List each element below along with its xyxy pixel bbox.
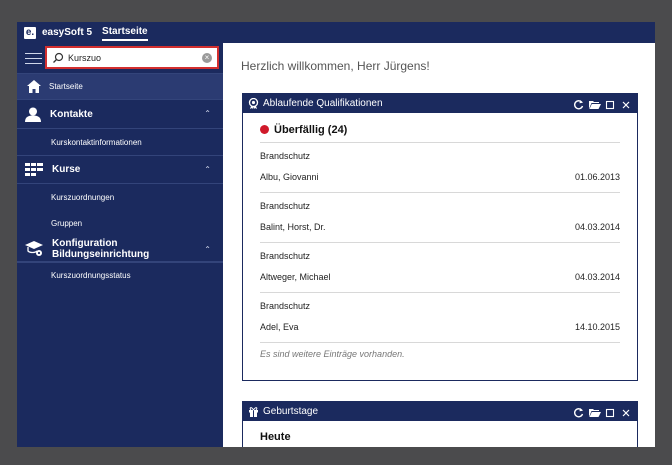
chevron-up-icon[interactable]: ⌃ <box>204 245 211 254</box>
sidebar-item-label: Startseite <box>49 82 83 91</box>
widget-tools <box>573 405 632 418</box>
maximize-icon[interactable] <box>605 405 616 418</box>
overdue-heading: Überfällig (24) <box>260 113 620 142</box>
section-label-line2: Bildungseinrichtung <box>52 248 150 260</box>
list-item[interactable]: Brandschutz Albu, Giovanni 01.06.2013 <box>260 142 620 192</box>
status-dot <box>260 125 269 134</box>
sidebar-item-kurszuordnungen[interactable]: Kurszuordnungen <box>17 184 223 210</box>
sidebar-item-kurszuordnungsstatus[interactable]: Kurszuordnungsstatus <box>17 262 223 288</box>
widget-title: Geburtstage <box>263 406 319 417</box>
birthdays-widget: Geburtstage Heute <box>242 401 638 447</box>
app-window: e. easySoft 5 Startseite × Startseite Ko… <box>17 22 655 447</box>
chevron-up-icon[interactable]: ⌃ <box>204 109 211 118</box>
folder-open-icon[interactable] <box>589 405 601 417</box>
close-icon[interactable] <box>621 97 632 109</box>
award-icon <box>248 98 259 109</box>
close-icon[interactable] <box>621 405 632 417</box>
section-label: Kontakte <box>50 108 93 120</box>
folder-open-icon[interactable] <box>589 97 601 109</box>
list-item[interactable]: Brandschutz Balint, Horst, Dr. 04.03.201… <box>260 192 620 242</box>
home-icon <box>27 80 41 93</box>
sidebar-item-kurskontaktinformationen[interactable]: Kurskontaktinformationen <box>17 129 223 155</box>
sidebar-item-gruppen[interactable]: Gruppen <box>17 210 223 236</box>
clear-search-icon[interactable]: × <box>202 52 212 63</box>
expiry-date: 14.10.2015 <box>574 322 620 332</box>
section-label-line1: Konfiguration <box>52 237 118 249</box>
tab-startseite[interactable]: Startseite <box>102 26 148 41</box>
status-label: Überfällig (24) <box>274 123 348 136</box>
course-name: Brandschutz <box>260 251 311 261</box>
sidebar-section-kontakte[interactable]: Kontakte ⌃ <box>17 100 223 129</box>
refresh-icon[interactable] <box>573 97 584 110</box>
person-name: Adel, Eva <box>260 322 299 332</box>
welcome-text: Herzlich willkommen, Herr Jürgens! <box>241 59 430 73</box>
search-box[interactable]: × <box>45 46 219 69</box>
expiry-date: 04.03.2014 <box>574 222 620 232</box>
sidebar-section-konfiguration[interactable]: Konfiguration Bildungseinrichtung ⌃ <box>17 236 223 262</box>
course-name: Brandschutz <box>260 151 311 161</box>
search-icon <box>53 52 64 63</box>
person-name: Altweger, Michael <box>260 272 331 282</box>
maximize-icon[interactable] <box>605 97 616 110</box>
contacts-icon <box>25 107 41 122</box>
widget-title: Ablaufende Qualifikationen <box>263 98 383 109</box>
person-name: Albu, Giovanni <box>260 172 319 182</box>
main-content: Herzlich willkommen, Herr Jürgens! Ablau… <box>223 43 655 447</box>
widget-header: Ablaufende Qualifikationen <box>243 94 637 113</box>
list-item[interactable]: Brandschutz Altweger, Michael 04.03.2014 <box>260 242 620 292</box>
app-logo: e. <box>24 26 36 39</box>
course-name: Brandschutz <box>260 301 311 311</box>
search-row: × <box>17 43 223 73</box>
search-input[interactable] <box>68 50 196 65</box>
section-label: Kurse <box>52 164 81 175</box>
section-label: Konfiguration Bildungseinrichtung <box>52 238 149 260</box>
refresh-icon[interactable] <box>573 405 584 418</box>
title-bar: e. easySoft 5 Startseite <box>17 22 655 43</box>
expiry-date: 01.06.2013 <box>574 172 620 182</box>
sidebar-section-kurse[interactable]: Kurse ⌃ <box>17 155 223 184</box>
expiry-date: 04.03.2014 <box>574 272 620 282</box>
list-item[interactable]: Brandschutz Adel, Eva 14.10.2015 <box>260 292 620 342</box>
widget-tools <box>573 97 632 110</box>
sidebar-item-startseite[interactable]: Startseite <box>17 73 223 100</box>
widget-header: Geburtstage <box>243 402 637 421</box>
courses-grid-icon <box>25 163 43 176</box>
widget-body: Überfällig (24) Brandschutz Albu, Giovan… <box>243 113 637 365</box>
widget-body: Heute <box>243 421 637 443</box>
menu-icon[interactable] <box>25 53 42 64</box>
chevron-up-icon[interactable]: ⌃ <box>204 165 211 174</box>
more-entries-note: Es sind weitere Einträge vorhanden. <box>260 342 620 365</box>
qualifications-widget: Ablaufende Qualifikationen Überfällig (2… <box>242 93 638 381</box>
gift-icon <box>249 407 258 417</box>
person-name: Balint, Horst, Dr. <box>260 222 326 232</box>
sidebar: × Startseite Kontakte ⌃ Kurskontaktinfor… <box>17 43 223 447</box>
course-name: Brandschutz <box>260 201 311 211</box>
today-heading: Heute <box>260 431 291 443</box>
app-name: easySoft 5 <box>42 27 93 38</box>
config-gear-icon <box>25 240 43 256</box>
